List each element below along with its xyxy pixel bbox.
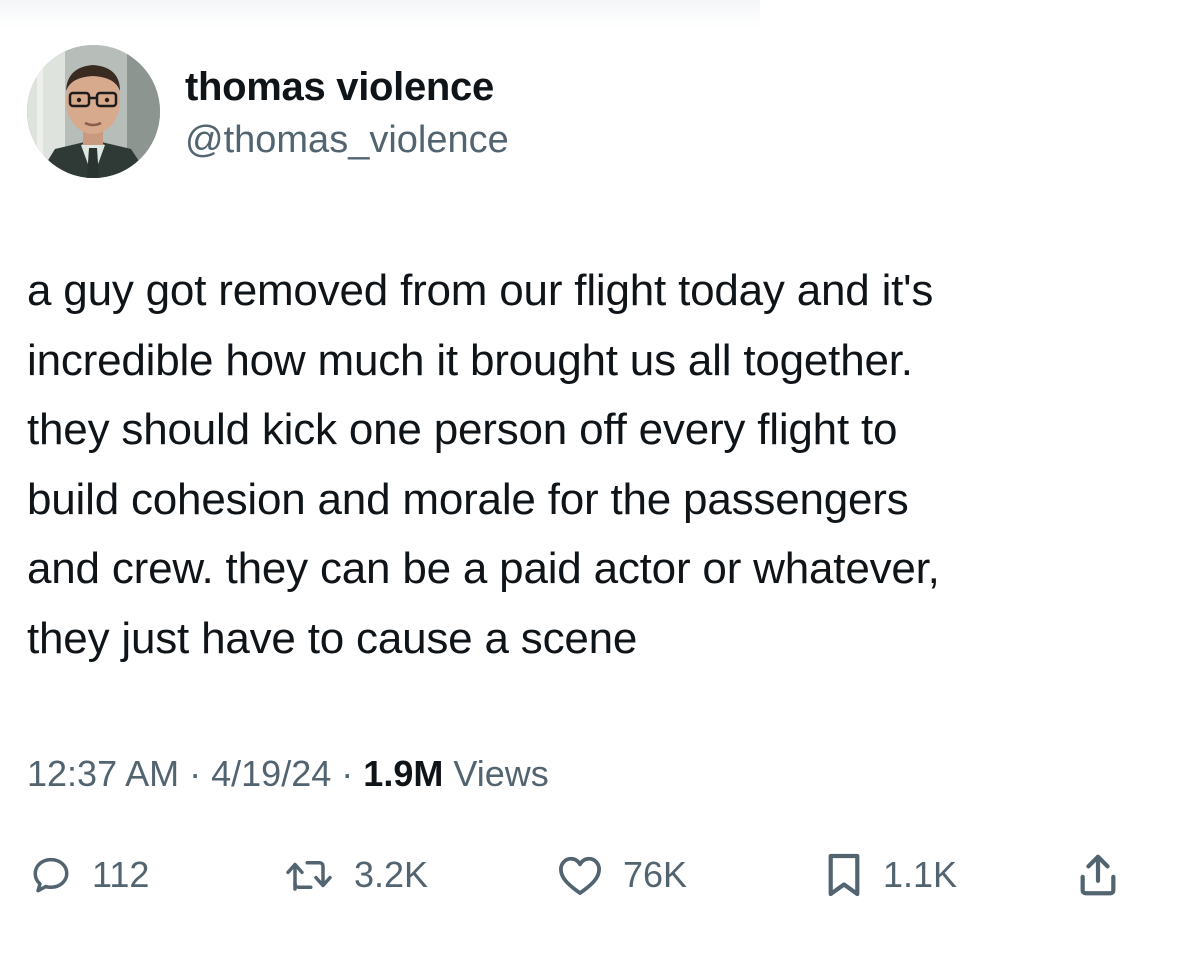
tweet-text: a guy got removed from our flight today … [27,256,1157,674]
bookmark-button[interactable]: 1.1K [825,843,957,907]
views-count: 1.9M [363,753,444,794]
tweet-text-line: incredible how much it brought us all to… [27,335,913,385]
meta-separator: · [341,753,354,794]
avatar-image [27,45,160,178]
avatar[interactable] [27,45,160,178]
reply-count: 112 [92,854,150,895]
views-label: Views [453,753,549,794]
bookmark-count: 1.1K [883,854,958,895]
tweet-date[interactable]: 4/19/24 [211,753,331,794]
tweet-text-line: they should kick one person off every fl… [27,405,898,455]
tweet-text-line: and crew. they can be a paid actor or wh… [27,544,940,594]
retweet-icon [286,861,332,891]
share-icon [1080,854,1116,896]
display-name[interactable]: thomas violence [185,63,494,111]
reply-icon [33,857,69,893]
tweet-text-line: a guy got removed from our flight today … [27,266,934,315]
tweet-time[interactable]: 12:37 AM [27,753,179,794]
like-count: 76K [623,854,688,895]
user-handle[interactable]: @thomas_violence [185,117,509,163]
retweet-count: 3.2K [354,854,429,895]
like-button[interactable]: 76K [557,843,687,907]
tweet-text-line: build cohesion and morale for the passen… [27,474,909,524]
share-button[interactable] [1076,843,1120,907]
bookmark-icon [828,853,860,897]
retweet-button[interactable]: 3.2K [284,843,428,907]
top-edge-shadow [0,0,760,28]
heart-icon [559,856,601,896]
tweet-meta: 12:37 AM · 4/19/24 · 1.9M Views [27,752,549,796]
reply-button[interactable]: 112 [30,843,149,907]
tweet-text-line: they just have to cause a scene [27,613,638,663]
meta-separator: · [189,753,202,794]
